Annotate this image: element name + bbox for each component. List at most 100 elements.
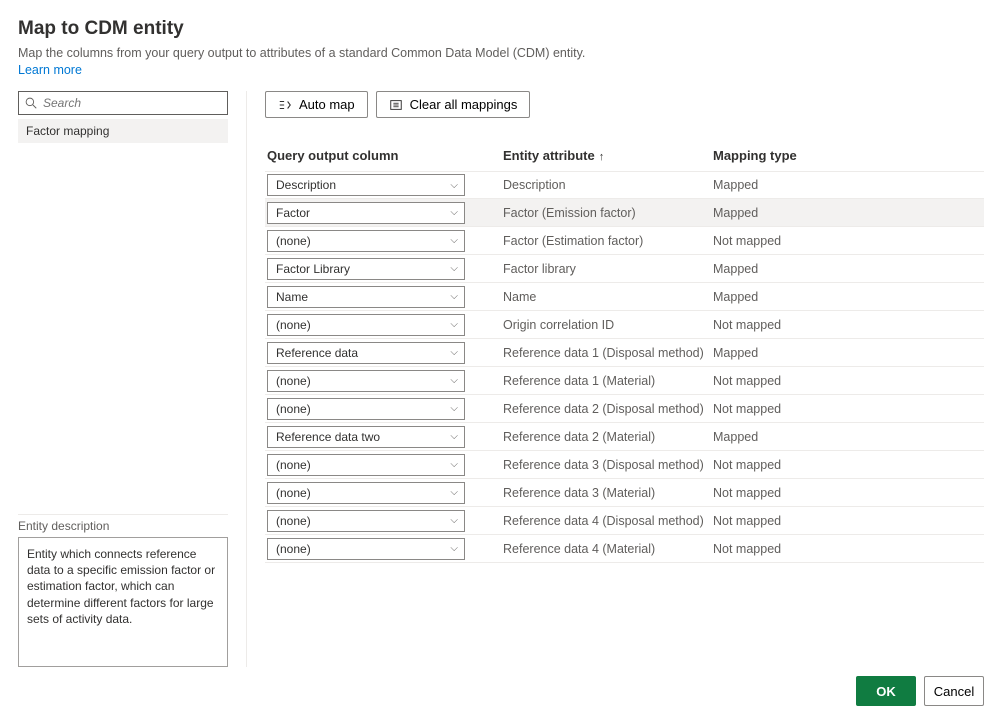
table-row[interactable]: Name⌵NameMapped xyxy=(265,283,984,311)
mapping-type-cell: Not mapped xyxy=(713,402,984,416)
col-header-type[interactable]: Mapping type xyxy=(713,148,984,163)
mapping-type-cell: Not mapped xyxy=(713,542,984,556)
table-row[interactable]: (none)⌵ Reference data 1 (Material)Not ma… xyxy=(265,367,984,395)
entity-attribute-cell: Reference data 3 (Material) xyxy=(503,486,713,500)
output-column-dropdown[interactable]: (none) ⌵ xyxy=(267,314,465,336)
output-column-dropdown[interactable]: (none) ⌵ xyxy=(267,398,465,420)
mapping-type-cell: Mapped xyxy=(713,430,984,444)
mapping-type-cell: Not mapped xyxy=(713,486,984,500)
chevron-down-icon: ⌵ xyxy=(450,263,458,274)
entity-description-text: Entity which connects reference data to … xyxy=(18,537,228,667)
sort-asc-icon: ↑ xyxy=(599,151,605,163)
output-column-dropdown[interactable]: Reference data two⌵ xyxy=(267,426,465,448)
dropdown-value: (none) xyxy=(276,542,311,556)
search-icon xyxy=(25,97,37,109)
cancel-button[interactable]: Cancel xyxy=(924,676,984,706)
entity-attribute-cell: Description xyxy=(503,178,713,192)
chevron-down-icon: ⌵ xyxy=(450,515,458,526)
output-column-dropdown[interactable]: Name ⌵ xyxy=(267,286,465,308)
dropdown-value: Factor Library xyxy=(276,262,350,276)
chevron-down-icon: ⌵ xyxy=(450,319,458,330)
dropdown-value: (none) xyxy=(276,402,311,416)
dropdown-value: Description xyxy=(276,178,336,192)
dropdown-value: (none) xyxy=(276,318,311,332)
output-column-dropdown[interactable]: (none) ⌵ xyxy=(267,538,465,560)
col-header-attribute[interactable]: Entity attribute↑ xyxy=(503,148,713,163)
output-column-dropdown[interactable]: Factor Library ⌵ xyxy=(267,258,465,280)
mapping-type-cell: Not mapped xyxy=(713,514,984,528)
dropdown-value: (none) xyxy=(276,234,311,248)
output-column-dropdown[interactable]: Factor ⌵ xyxy=(267,202,465,224)
chevron-down-icon: ⌵ xyxy=(450,403,458,414)
output-column-dropdown[interactable]: (none)⌵ xyxy=(267,454,465,476)
search-input[interactable] xyxy=(41,95,221,111)
entity-attribute-cell: Reference data 4 (Material) xyxy=(503,542,713,556)
output-column-dropdown[interactable]: Description ⌵ xyxy=(267,174,465,196)
page-subtitle: Map the columns from your query output t… xyxy=(18,46,984,60)
table-row[interactable]: (none) ⌵ Reference data 4 (Material)Not ma… xyxy=(265,535,984,563)
mapping-type-cell: Not mapped xyxy=(713,374,984,388)
chevron-down-icon: ⌵ xyxy=(450,235,458,246)
page-title: Map to CDM entity xyxy=(18,18,984,40)
entity-description-label: Entity description xyxy=(18,514,228,533)
dropdown-value: Reference data xyxy=(276,346,358,360)
mapping-type-cell: Mapped xyxy=(713,178,984,192)
table-row[interactable]: (none) ⌵ Reference data 2 (Disposal method… xyxy=(265,395,984,423)
dropdown-value: (none) xyxy=(276,458,311,472)
entity-attribute-cell: Reference data 3 (Disposal method) xyxy=(503,458,713,472)
mapping-type-cell: Mapped xyxy=(713,206,984,220)
ok-button[interactable]: OK xyxy=(856,676,916,706)
clear-all-icon xyxy=(389,98,403,112)
learn-more-link[interactable]: Learn more xyxy=(18,63,82,77)
auto-map-icon xyxy=(278,98,292,112)
entity-attribute-cell: Factor library xyxy=(503,262,713,276)
dropdown-value: Reference data two xyxy=(276,430,380,444)
output-column-dropdown[interactable]: (none) ⌵ xyxy=(267,230,465,252)
chevron-down-icon: ⌵ xyxy=(450,487,458,498)
clear-all-button[interactable]: Clear all mappings xyxy=(376,91,531,118)
dropdown-value: (none) xyxy=(276,486,311,500)
mapping-type-cell: Mapped xyxy=(713,290,984,304)
entity-attribute-cell: Factor (Emission factor) xyxy=(503,206,713,220)
chevron-down-icon: ⌵ xyxy=(450,347,458,358)
table-row[interactable]: Reference data two⌵ Reference data 2 (Mat… xyxy=(265,423,984,451)
dropdown-value: Name xyxy=(276,290,308,304)
table-row[interactable]: (none) ⌵ Origin correlation IDNot mapped xyxy=(265,311,984,339)
entity-attribute-cell: Reference data 2 (Disposal method) xyxy=(503,402,713,416)
dropdown-value: (none) xyxy=(276,374,311,388)
mapping-type-cell: Mapped xyxy=(713,346,984,360)
entity-list-item[interactable]: Factor mapping xyxy=(18,119,228,143)
mapping-type-cell: Not mapped xyxy=(713,318,984,332)
output-column-dropdown[interactable]: (none) ⌵ xyxy=(267,510,465,532)
table-row[interactable]: (none) ⌵ Factor (Estimation factor)Not map… xyxy=(265,227,984,255)
mapping-type-cell: Not mapped xyxy=(713,234,984,248)
entity-attribute-cell: Factor (Estimation factor) xyxy=(503,234,713,248)
mapping-type-cell: Not mapped xyxy=(713,458,984,472)
chevron-down-icon: ⌵ xyxy=(450,180,458,191)
table-row[interactable]: (none)⌵ Reference data 3 (Disposal method… xyxy=(265,451,984,479)
output-column-dropdown[interactable]: (none) ⌵ xyxy=(267,482,465,504)
search-input-wrapper[interactable] xyxy=(18,91,228,115)
table-row[interactable]: Factor ⌵ Factor (Emission factor)Mapped xyxy=(265,199,984,227)
chevron-down-icon: ⌵ xyxy=(450,543,458,554)
output-column-dropdown[interactable]: Reference data ⌵ xyxy=(267,342,465,364)
entity-attribute-cell: Reference data 1 (Disposal method) xyxy=(503,346,713,360)
entity-attribute-cell: Reference data 1 (Material) xyxy=(503,374,713,388)
entity-attribute-cell: Name xyxy=(503,290,713,304)
table-row[interactable]: Reference data ⌵ Reference data 1 (Disposa… xyxy=(265,339,984,367)
chevron-down-icon: ⌵ xyxy=(450,291,458,302)
entity-attribute-cell: Reference data 4 (Disposal method) xyxy=(503,514,713,528)
chevron-down-icon: ⌵ xyxy=(450,207,458,218)
table-row[interactable]: (none) ⌵ Reference data 4 (Disposal method… xyxy=(265,507,984,535)
entity-attribute-cell: Reference data 2 (Material) xyxy=(503,430,713,444)
table-row[interactable]: Description⌵DescriptionMapped xyxy=(265,171,984,199)
dropdown-value: (none) xyxy=(276,514,311,528)
entity-attribute-cell: Origin correlation ID xyxy=(503,318,713,332)
col-header-output[interactable]: Query output column xyxy=(265,148,503,163)
mapping-type-cell: Mapped xyxy=(713,262,984,276)
table-row[interactable]: Factor Library ⌵ Factor libraryMapped xyxy=(265,255,984,283)
table-row[interactable]: (none) ⌵ Reference data 3 (Material)Not ma… xyxy=(265,479,984,507)
dropdown-value: Factor xyxy=(276,206,310,220)
auto-map-button[interactable]: Auto map xyxy=(265,91,368,118)
output-column-dropdown[interactable]: (none)⌵ xyxy=(267,370,465,392)
